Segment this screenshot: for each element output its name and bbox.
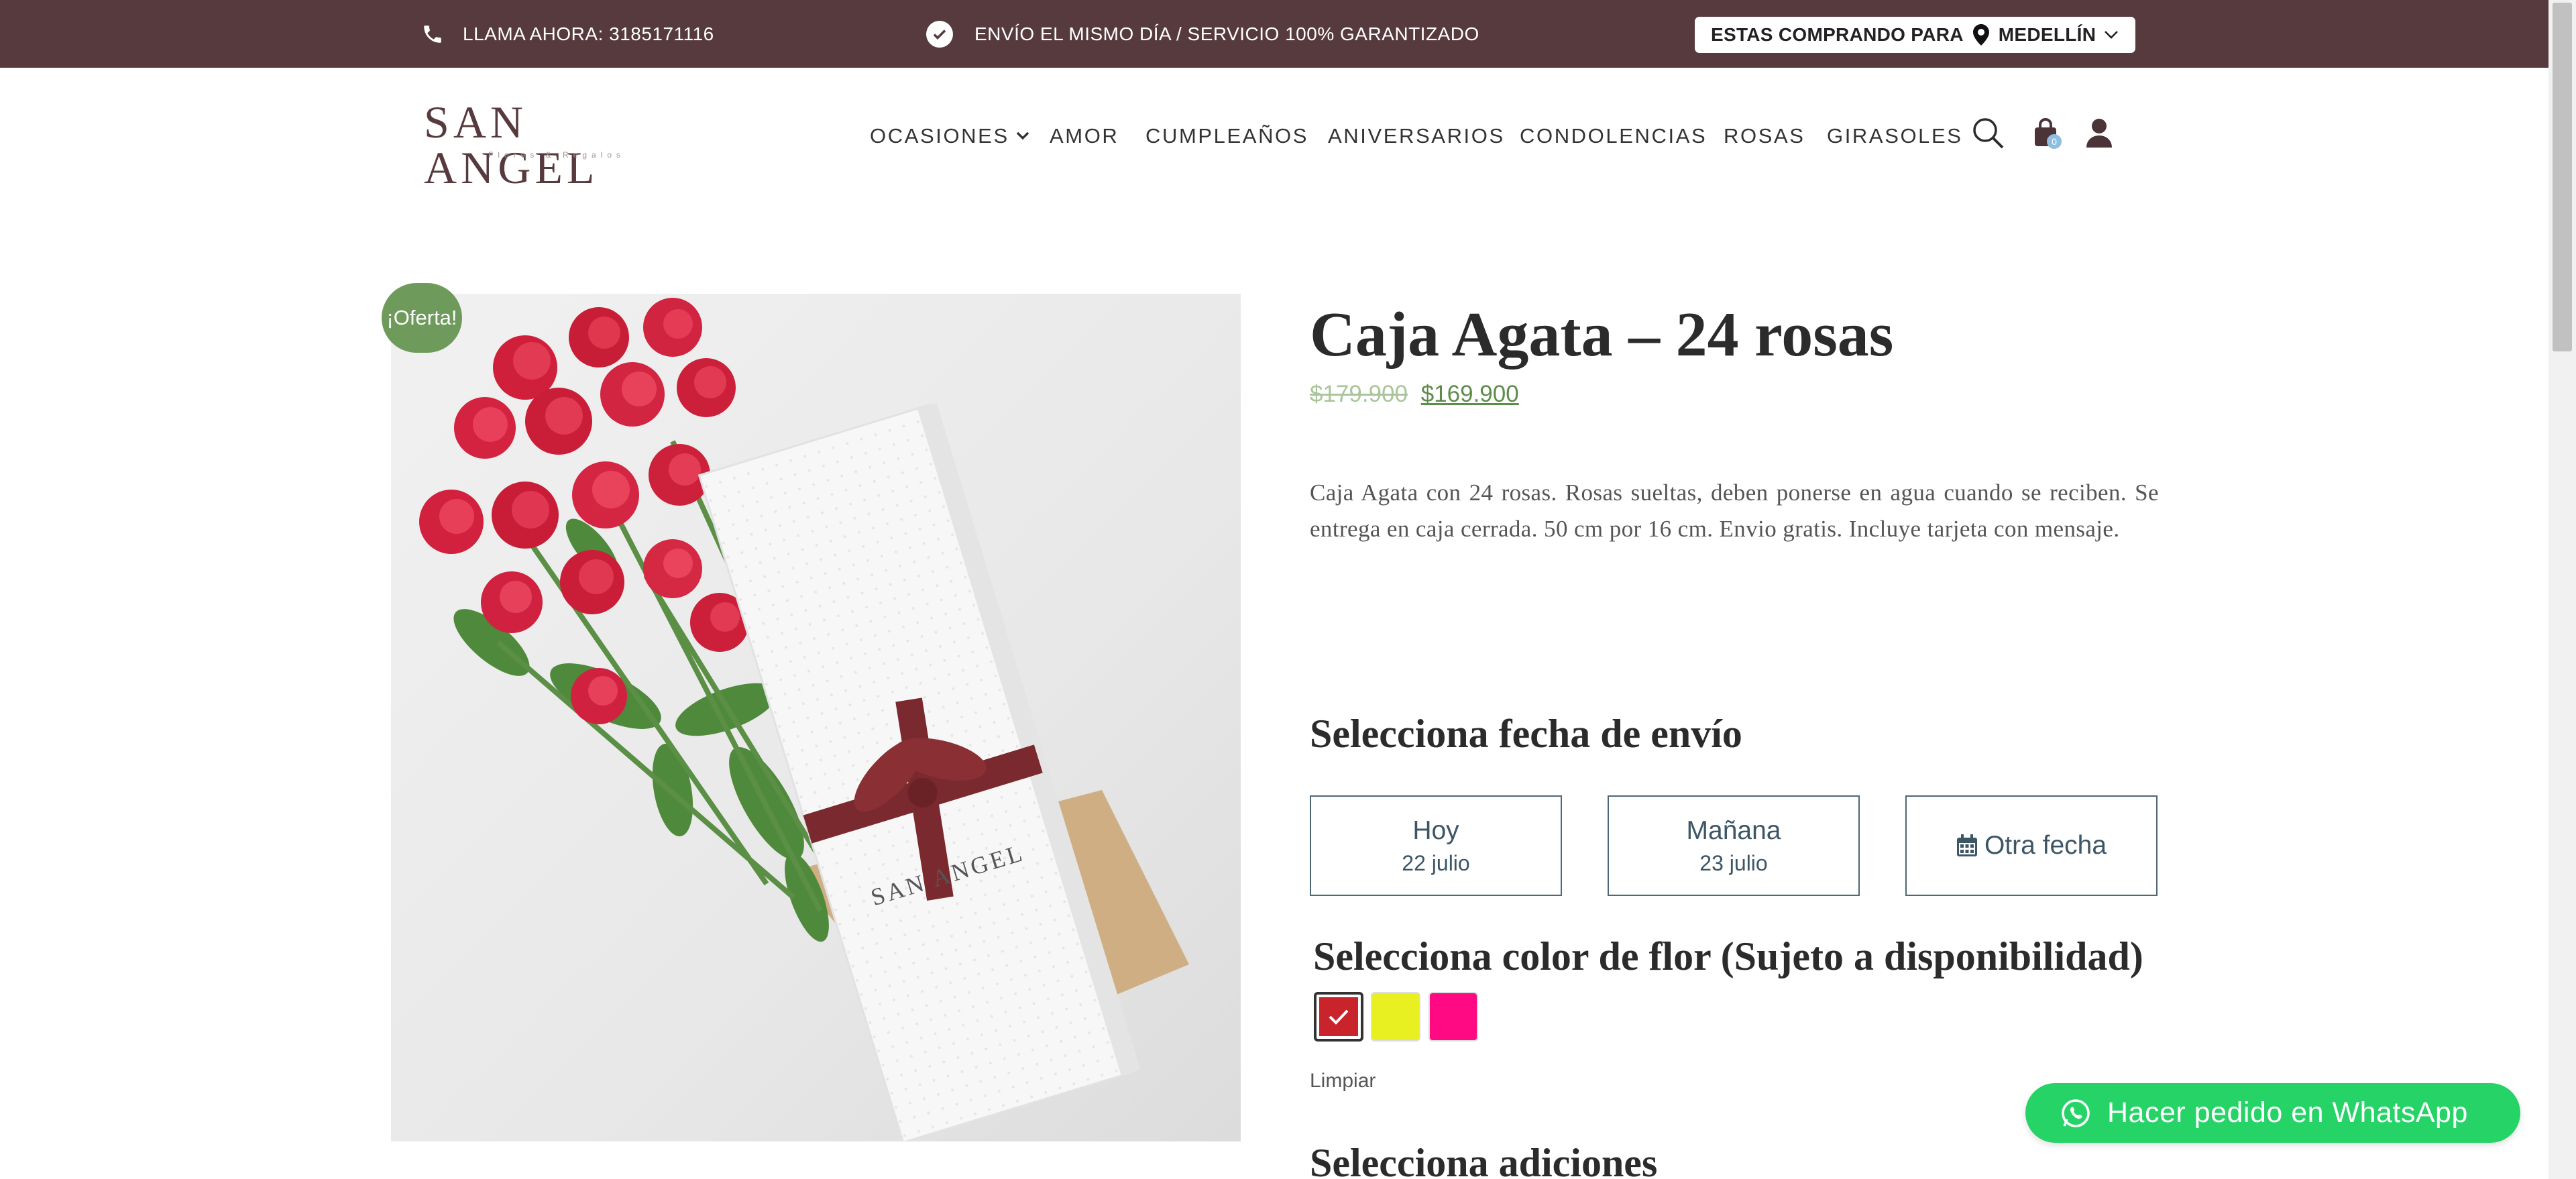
nav-item-girasoles[interactable]: GIRASOLES [1827,114,1963,158]
shipping-info: ENVÍO EL MISMO DÍA / SERVICIO 100% GARAN… [926,0,1479,68]
product-description: Caja Agata con 24 rosas. Rosas sueltas, … [1310,480,2159,542]
nav-item-rosas[interactable]: ROSAS [1724,114,1805,158]
whatsapp-order-button[interactable]: Hacer pedido en WhatsApp [2025,1083,2520,1143]
date-option-label: Hoy [1412,816,1459,845]
page-scrollbar[interactable] [2549,0,2576,1179]
calendar-icon [1956,834,1977,856]
color-swatch-rojo[interactable] [1314,992,1363,1042]
sale-price: $169.900 [1420,381,1519,407]
check-circle-icon [926,20,953,48]
additions-heading: Selecciona adiciones [1310,1141,1658,1179]
city-prefix: ESTAS COMPRANDO PARA [1711,24,1964,45]
user-icon[interactable] [2080,114,2118,152]
clear-selection-link[interactable]: Limpiar [1310,1070,1376,1092]
logo-subtitle: Flores & Regalos [488,150,626,160]
city-name: MEDELLÍN [1998,24,2096,45]
site-logo[interactable]: SAN ANGEL Flores & Regalos [424,99,679,190]
product-image[interactable]: SAN ANGEL [391,294,1241,1141]
shipping-text: ENVÍO EL MISMO DÍA / SERVICIO 100% GARAN… [974,23,1479,44]
nav-item-ocasiones[interactable]: OCASIONES [870,114,1029,158]
nav-item-cumpleanos[interactable]: CUMPLEAÑOS [1145,114,1308,158]
date-option-date: 23 julio [1699,851,1768,875]
color-swatch-amarillo[interactable] [1371,992,1420,1042]
date-option-manana[interactable]: Mañana 23 julio [1608,795,1860,896]
rose-box-illustration: SAN ANGEL [419,298,1189,1141]
date-option-date: 22 julio [1402,851,1470,875]
check-icon [1329,1009,1349,1025]
nav-label: ROSAS [1724,124,1805,148]
shipping-date-heading: Selecciona fecha de envío [1310,712,1742,756]
date-option-otra-fecha[interactable]: Otra fecha [1905,795,2158,896]
product-price: $179.900 $169.900 [1310,381,1519,408]
cart-count-badge: 0 [2047,134,2062,149]
old-price: $179.900 [1310,381,1408,407]
nav-label: OCASIONES [870,124,1009,148]
chevron-down-icon [1016,131,1029,140]
shopping-bag-icon[interactable]: 0 [2027,114,2064,152]
color-swatch-fucsia[interactable] [1429,992,1478,1042]
map-pin-icon [1972,24,1989,46]
nav-item-aniversarios[interactable]: ANIVERSARIOS [1328,114,1505,158]
phone-icon [424,25,441,43]
nav-label: CONDOLENCIAS [1520,124,1707,148]
nav-item-condolencias[interactable]: CONDOLENCIAS [1520,114,1707,158]
date-option-hoy[interactable]: Hoy 22 julio [1310,795,1562,896]
nav-label: ANIVERSARIOS [1328,124,1505,148]
nav-item-amor[interactable]: AMOR [1050,114,1119,158]
product-title: Caja Agata – 24 rosas [1310,300,1894,370]
chevron-down-icon [2105,31,2119,39]
nav-label: CUMPLEAÑOS [1145,124,1309,148]
scrollbar-thumb[interactable] [2553,3,2572,351]
date-option-label: Mañana [1686,816,1781,845]
whatsapp-icon [2062,1099,2090,1127]
top-bar: LLAMA AHORA: 3185171116 ENVÍO EL MISMO D… [0,0,2549,68]
nav-label: GIRASOLES [1827,124,1963,148]
phone-info[interactable]: LLAMA AHORA: 3185171116 [421,0,714,68]
logo-text: SAN ANGEL [424,97,599,193]
nav-label: AMOR [1050,124,1119,148]
whatsapp-label: Hacer pedido en WhatsApp [2107,1097,2468,1129]
search-icon[interactable] [1969,114,2007,152]
sale-badge: ¡Oferta! [382,283,462,353]
phone-text: LLAMA AHORA: 3185171116 [463,23,714,44]
flower-color-heading: Selecciona color de flor (Sujeto a dispo… [1313,934,2143,978]
date-option-label: Otra fecha [1984,831,2107,860]
city-selector[interactable]: ESTAS COMPRANDO PARA MEDELLÍN [1695,17,2135,53]
